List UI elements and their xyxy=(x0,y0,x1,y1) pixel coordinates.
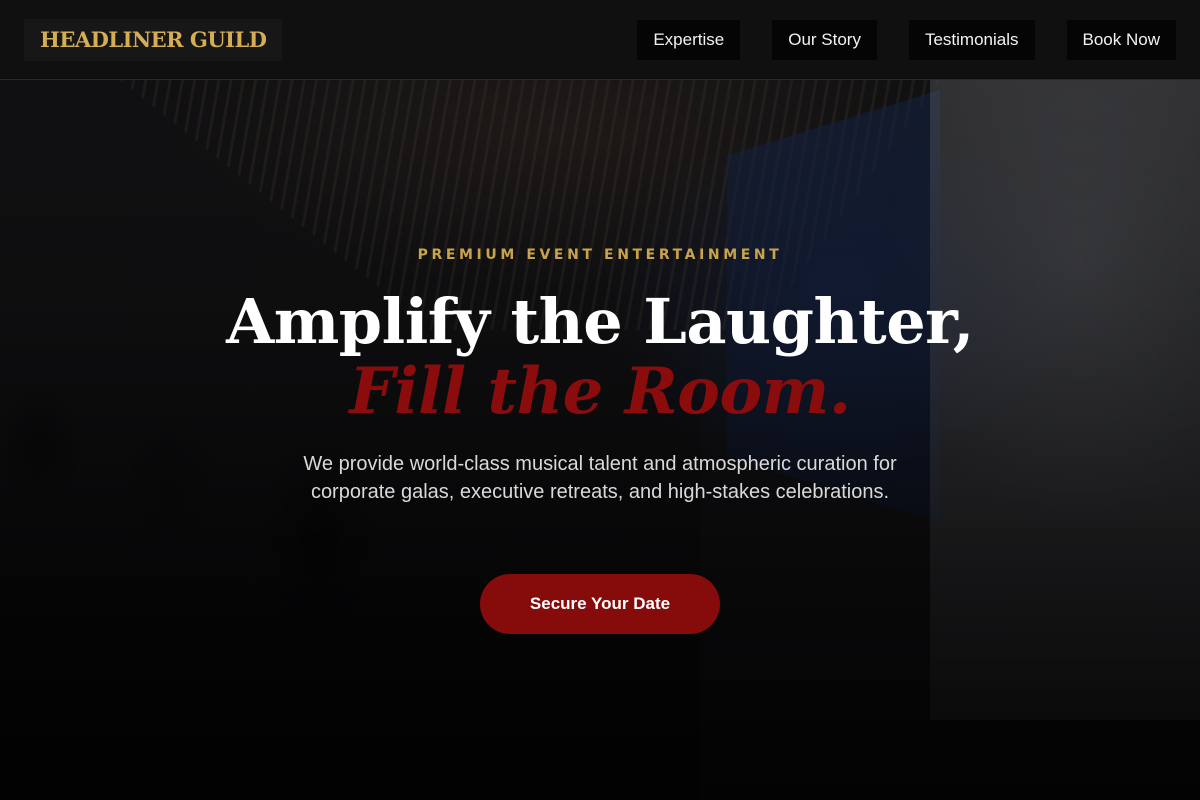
hero-section: PREMIUM EVENT ENTERTAINMENT Amplify the … xyxy=(0,0,1200,800)
hero-headline: Amplify the Laughter, xyxy=(226,285,974,358)
hero-eyebrow: PREMIUM EVENT ENTERTAINMENT xyxy=(417,247,783,263)
hero-description: We provide world-class musical talent an… xyxy=(303,453,897,503)
secure-date-button[interactable]: Secure Your Date xyxy=(480,574,720,634)
hero-headline-accent: Fill the Room. xyxy=(349,354,851,429)
